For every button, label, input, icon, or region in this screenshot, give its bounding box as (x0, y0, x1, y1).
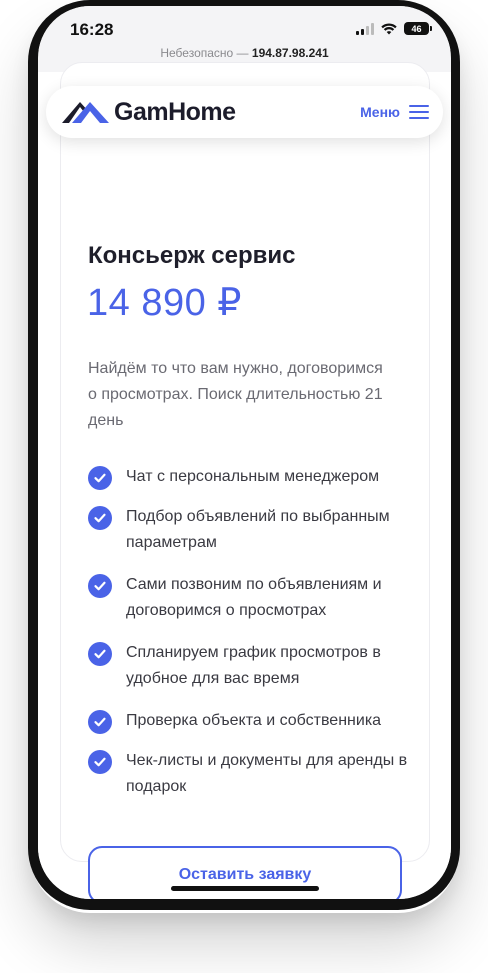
wifi-icon (381, 22, 397, 34)
house-roof-icon (62, 102, 109, 123)
check-circle-icon (88, 506, 112, 530)
feature-item: Спланируем график просмотров в удобное д… (88, 642, 416, 692)
hamburger-icon (409, 105, 429, 119)
feature-text: Спланируем график просмотров в удобное д… (126, 644, 381, 687)
home-indicator[interactable] (171, 886, 319, 891)
submit-request-button[interactable]: Оставить заявку (88, 846, 402, 899)
tariff-price: 14 890 ₽ (87, 282, 242, 324)
feature-text: Чек-листы и документы для аренды в подар… (126, 752, 408, 795)
page-content: GamHome Меню Консьерж сервис 14 890 ₽ На… (38, 62, 451, 899)
feature-item: Чат с персональным менеджером (88, 466, 416, 490)
feature-text: Подбор объявлений по выбранным параметра… (126, 508, 390, 551)
security-label: Небезопасно (160, 46, 234, 60)
check-circle-icon (88, 466, 112, 490)
check-circle-icon (88, 750, 112, 774)
url-host: 194.87.98.241 (251, 46, 329, 60)
tariff-description: Найдём то что вам нужно, договоримся о п… (88, 360, 383, 429)
check-circle-icon (88, 574, 112, 598)
cellular-signal-icon (356, 22, 374, 35)
logo[interactable]: GamHome (62, 98, 236, 127)
check-circle-icon (88, 642, 112, 666)
battery-icon: 46 (404, 22, 432, 35)
feature-text: Чат с персональным менеджером (126, 468, 380, 485)
site-header: GamHome Меню (46, 86, 443, 138)
feature-item: Сами позвоним по объявлениям и договорим… (88, 574, 416, 624)
status-icons: 46 (356, 22, 432, 35)
tariff-title: Консьерж сервис (88, 242, 296, 269)
feature-item: Чек-листы и документы для аренды в подар… (88, 750, 416, 800)
logo-text: GamHome (114, 97, 236, 126)
menu-button[interactable]: Меню (360, 104, 429, 120)
feature-text: Сами позвоним по объявлениям и договорим… (126, 576, 382, 619)
feature-text: Проверка объекта и собственника (126, 712, 382, 729)
phone-screen: 16:28 46 Небезопасно — 194.87.98.241 Gam… (38, 6, 451, 899)
check-circle-icon (88, 710, 112, 734)
feature-item: Проверка объекта и собственника (88, 710, 416, 734)
tariff-card (60, 62, 430, 862)
url-separator: — (233, 46, 252, 60)
feature-item: Подбор объявлений по выбранным параметра… (88, 506, 416, 556)
status-time: 16:28 (70, 20, 114, 39)
status-bar: 16:28 46 (38, 6, 451, 50)
menu-label: Меню (360, 104, 400, 120)
